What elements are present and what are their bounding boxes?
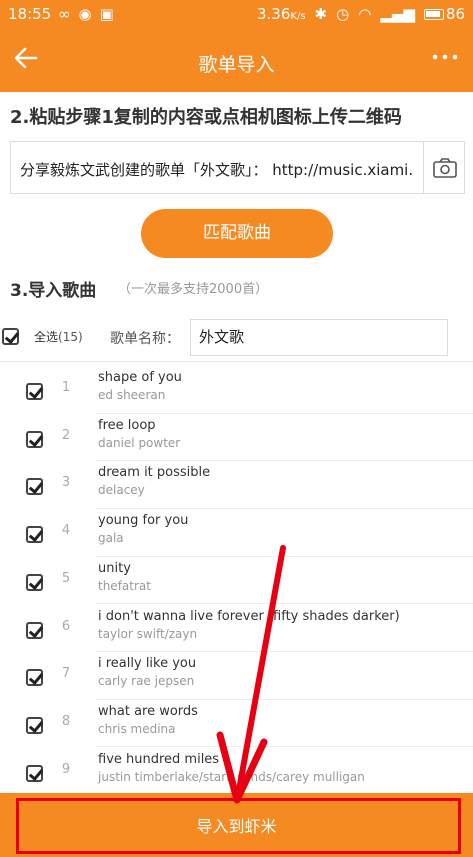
camera-icon	[433, 158, 457, 178]
song-row[interactable]: 6 i don't wanna live forever (fifty shade…	[0, 605, 473, 652]
app-bar: 歌单导入	[0, 32, 473, 92]
select-count: (15)	[58, 330, 83, 344]
song-artist: gala	[98, 531, 124, 546]
song-checkbox[interactable]	[26, 669, 43, 687]
song-row[interactable]: 9 five hundred miles justin timberlake/sta…	[0, 748, 473, 796]
step3-note: （一次最多支持2000首）	[118, 282, 269, 297]
song-artist: carly rae jepsen	[98, 674, 195, 689]
signal-icon: ▂▄▆	[380, 5, 415, 23]
song-checkbox[interactable]	[26, 478, 43, 496]
song-title: i really like you	[98, 656, 197, 672]
song-artist: daniel powter	[98, 435, 181, 450]
song-checkbox[interactable]	[26, 430, 43, 448]
battery-level: 86	[445, 5, 465, 23]
song-title: shape of you	[98, 370, 182, 385]
step2-heading: 2.粘贴步骤1复制的内容或点相机图标上传二维码	[10, 107, 402, 128]
song-artist: ed sheeran	[98, 388, 166, 402]
alarm-icon: ◷	[336, 5, 350, 23]
circle-icon: ◉	[78, 5, 100, 23]
song-title: unity	[98, 560, 131, 576]
select-bar: 全选(15) 歌单名称： 外文歌	[0, 314, 473, 362]
song-number: 6	[61, 618, 71, 634]
song-row[interactable]: 5 unity thefatrat	[0, 557, 473, 605]
image-icon: ▣	[99, 5, 122, 23]
song-row[interactable]: 7 i really like you carly rae jepsen	[0, 652, 473, 700]
song-row[interactable]: 1 shape of you ed sheeran	[0, 366, 473, 414]
song-artist: thefatrat	[98, 578, 151, 593]
song-number: 3	[61, 475, 71, 491]
paste-input-box[interactable]: 分享毅炼文武创建的歌单「外文歌」： http://music.xiami.com	[10, 141, 465, 194]
camera-button[interactable]	[429, 152, 461, 184]
song-number: 9	[61, 761, 71, 777]
more-button[interactable]	[427, 42, 463, 82]
song-number: 4	[61, 523, 71, 539]
song-artist: taylor swift/zayn	[98, 626, 198, 641]
song-number: 1	[61, 380, 71, 395]
network-speed: 3.36K/s	[256, 5, 306, 23]
song-number: 7	[61, 666, 71, 682]
song-title: i don't wanna live forever (fifty shades…	[98, 608, 400, 624]
song-artist: justin timberlake/stark sands/carey mull…	[98, 769, 365, 784]
song-artist: chris medina	[98, 721, 176, 736]
song-number: 5	[61, 570, 71, 586]
status-bar: 18:55 ∞◉▣ 3.36K/s ✱ ◷ ◠ ▂▄▆ 86	[0, 0, 473, 32]
status-right-icons: 3.36K/s ✱ ◷ ◠ ▂▄▆ 86	[257, 5, 465, 23]
song-title: five hundred miles	[98, 751, 220, 767]
song-number: 8	[61, 713, 71, 729]
step3-heading: 3.导入歌曲	[10, 281, 97, 301]
song-artist: delacey	[98, 483, 145, 498]
song-checkbox[interactable]	[26, 621, 43, 639]
song-row[interactable]: 4 young for you gala	[0, 509, 473, 557]
song-checkbox[interactable]	[26, 526, 43, 544]
select-all-label[interactable]: 全选(15)	[34, 328, 83, 345]
status-left-icons: ∞◉▣	[58, 5, 122, 23]
song-row[interactable]: 8 what are words chris medina	[0, 700, 473, 748]
select-all-checkbox[interactable]	[2, 328, 19, 345]
song-row[interactable]: 3 dream it possible delacey	[0, 461, 473, 509]
song-checkbox[interactable]	[26, 573, 43, 591]
song-title: dream it possible	[98, 465, 211, 481]
wifi-icon: ◠	[358, 5, 372, 23]
bluetooth-icon: ✱	[314, 5, 328, 23]
highlight-box	[16, 798, 461, 854]
song-checkbox[interactable]	[26, 716, 43, 734]
song-title: free loop	[98, 417, 156, 433]
battery-icon	[423, 8, 444, 20]
paste-divider	[423, 142, 424, 193]
match-songs-button[interactable]: 匹配歌曲	[141, 209, 333, 258]
song-checkbox[interactable]	[26, 383, 43, 400]
battery-indicator: 86	[423, 5, 465, 23]
status-time: 18:55	[8, 5, 52, 23]
song-number: 2	[61, 427, 71, 443]
more-icon	[432, 54, 458, 60]
infinity-icon: ∞	[58, 5, 79, 23]
page-title: 歌单导入	[198, 54, 275, 76]
song-checkbox[interactable]	[26, 764, 43, 782]
song-title: what are words	[98, 703, 198, 719]
song-row[interactable]: 2 free loop daniel powter	[0, 414, 473, 462]
paste-input[interactable]: 分享毅炼文武创建的歌单「外文歌」： http://music.xiami.com	[20, 159, 412, 180]
playlist-name-label: 歌单名称：	[110, 331, 180, 347]
playlist-name-input[interactable]: 外文歌	[190, 319, 448, 356]
song-title: young for you	[98, 513, 189, 529]
